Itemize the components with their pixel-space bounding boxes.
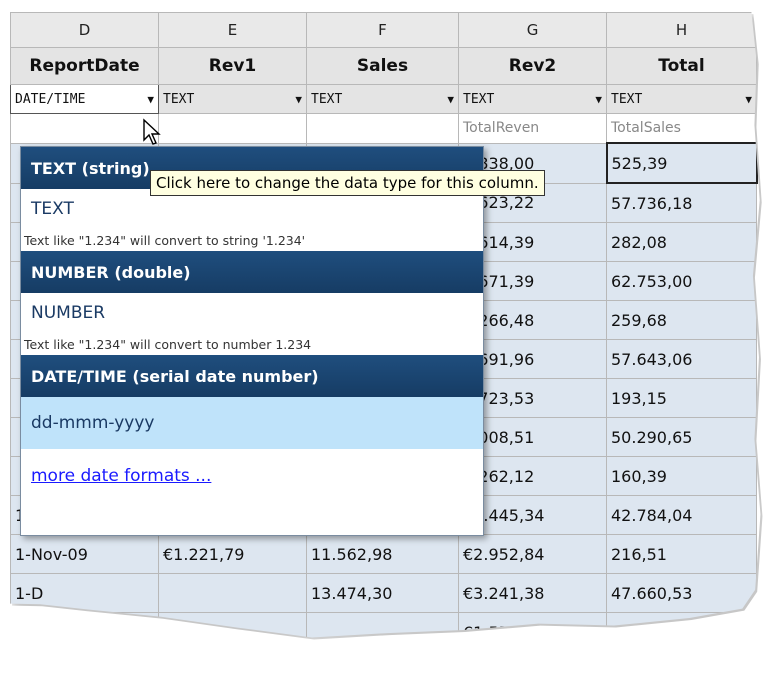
table-cell[interactable]: €3.241,38 (458, 573, 607, 613)
column-name: Total (606, 47, 757, 85)
type-dropdown[interactable]: TEXT ▼ (306, 84, 459, 114)
type-dropdown[interactable]: TEXT ▼ (458, 84, 607, 114)
more-date-formats-link[interactable]: more date formats ... (21, 449, 483, 503)
column-letter[interactable]: H (606, 12, 757, 48)
table-cell[interactable]: 1-D (10, 573, 159, 613)
table-cell[interactable]: 57.736,18 (606, 182, 757, 223)
data-type-menu: TEXT (string) TEXT Text like "1.234" wil… (20, 146, 484, 536)
table-cell[interactable]: 259,68 (606, 300, 757, 340)
type-dropdown[interactable]: TEXT ▼ (606, 84, 757, 114)
dropdown-arrow-icon[interactable]: ▼ (595, 93, 602, 106)
table-cell[interactable] (158, 573, 307, 613)
dropdown-arrow-icon[interactable]: ▼ (295, 93, 302, 106)
table-row: 1-D 13.474,30 €3.241,38 47.660,53 (10, 573, 757, 613)
column-letter[interactable]: G (458, 12, 607, 48)
table-cell[interactable]: 525,39 (605, 142, 758, 184)
table-cell[interactable]: 57.643,06 (606, 339, 757, 379)
table-row: 1-Nov-09 €1.221,79 11.562,98 €2.952,84 216,5… (10, 534, 757, 574)
table-cell[interactable]: 216,51 (606, 534, 757, 574)
type-dropdown[interactable]: TEXT ▼ (158, 84, 307, 114)
column-source: TotalSales (606, 113, 757, 144)
table-cell[interactable]: 50.290,65 (606, 417, 757, 457)
table-cell[interactable] (158, 612, 307, 638)
type-dropdown-value: TEXT (611, 91, 643, 107)
type-dropdown-value: TEXT (163, 91, 195, 107)
column-source (10, 113, 159, 144)
column-name: ReportDate (10, 47, 159, 85)
table-cell[interactable] (306, 612, 459, 638)
table-cell[interactable]: 282,08 (606, 222, 757, 262)
type-dropdown-value: DATE/TIME (15, 91, 86, 107)
dropdown-arrow-icon[interactable]: ▼ (147, 93, 154, 106)
tooltip: Click here to change the data type for t… (150, 170, 545, 196)
table-row: €1.555,78 266,0 (10, 612, 757, 638)
menu-section-number: NUMBER (double) (21, 251, 483, 293)
column-letter[interactable]: D (10, 12, 159, 48)
column-source-row: TotalReven TotalSales (10, 113, 757, 144)
column-letter[interactable]: F (306, 12, 459, 48)
column-letter[interactable]: E (158, 12, 307, 48)
menu-section-date: DATE/TIME (serial date number) (21, 355, 483, 397)
dropdown-arrow-icon[interactable]: ▼ (745, 93, 752, 106)
type-dropdown[interactable]: DATE/TIME ▼ (10, 84, 159, 114)
mouse-pointer-icon (143, 118, 161, 145)
table-cell[interactable]: €1.221,79 (158, 534, 307, 574)
menu-option-date-format[interactable]: dd-mmm-yyyy (21, 397, 483, 449)
spreadsheet: D E F G H ReportDate Rev1 Sales Rev2 Tot… (10, 12, 761, 638)
menu-note-text: Text like "1.234" will convert to string… (24, 232, 306, 248)
menu-note-number: Text like "1.234" will convert to number… (24, 336, 312, 352)
type-dropdown-value: TEXT (463, 91, 495, 107)
table-cell[interactable]: €2.952,84 (458, 534, 607, 574)
table-cell[interactable]: 193,15 (606, 378, 757, 418)
table-cell[interactable]: 47.660,53 (606, 573, 757, 613)
column-source (306, 113, 459, 144)
table-cell[interactable]: 42.784,04 (606, 495, 757, 535)
table-cell[interactable] (10, 612, 159, 638)
column-source (158, 113, 307, 144)
column-type-row: DATE/TIME ▼ TEXT ▼ TEXT ▼ TEXT ▼ TEXT ▼ (10, 84, 757, 114)
table-cell[interactable]: 13.474,30 (306, 573, 459, 613)
dropdown-arrow-icon[interactable]: ▼ (447, 93, 454, 106)
column-name-row: ReportDate Rev1 Sales Rev2 Total (10, 47, 757, 85)
column-letter-row: D E F G H (10, 12, 757, 48)
table-cell[interactable]: 62.753,00 (606, 261, 757, 301)
table-cell[interactable]: 160,39 (606, 456, 757, 496)
type-dropdown-value: TEXT (311, 91, 343, 107)
table-cell[interactable]: 1-Nov-09 (10, 534, 159, 574)
table-cell[interactable]: 11.562,98 (306, 534, 459, 574)
menu-option-number[interactable]: NUMBER (21, 293, 483, 333)
column-name: Rev2 (458, 47, 607, 85)
column-source: TotalReven (458, 113, 607, 144)
column-name: Sales (306, 47, 459, 85)
column-name: Rev1 (158, 47, 307, 85)
